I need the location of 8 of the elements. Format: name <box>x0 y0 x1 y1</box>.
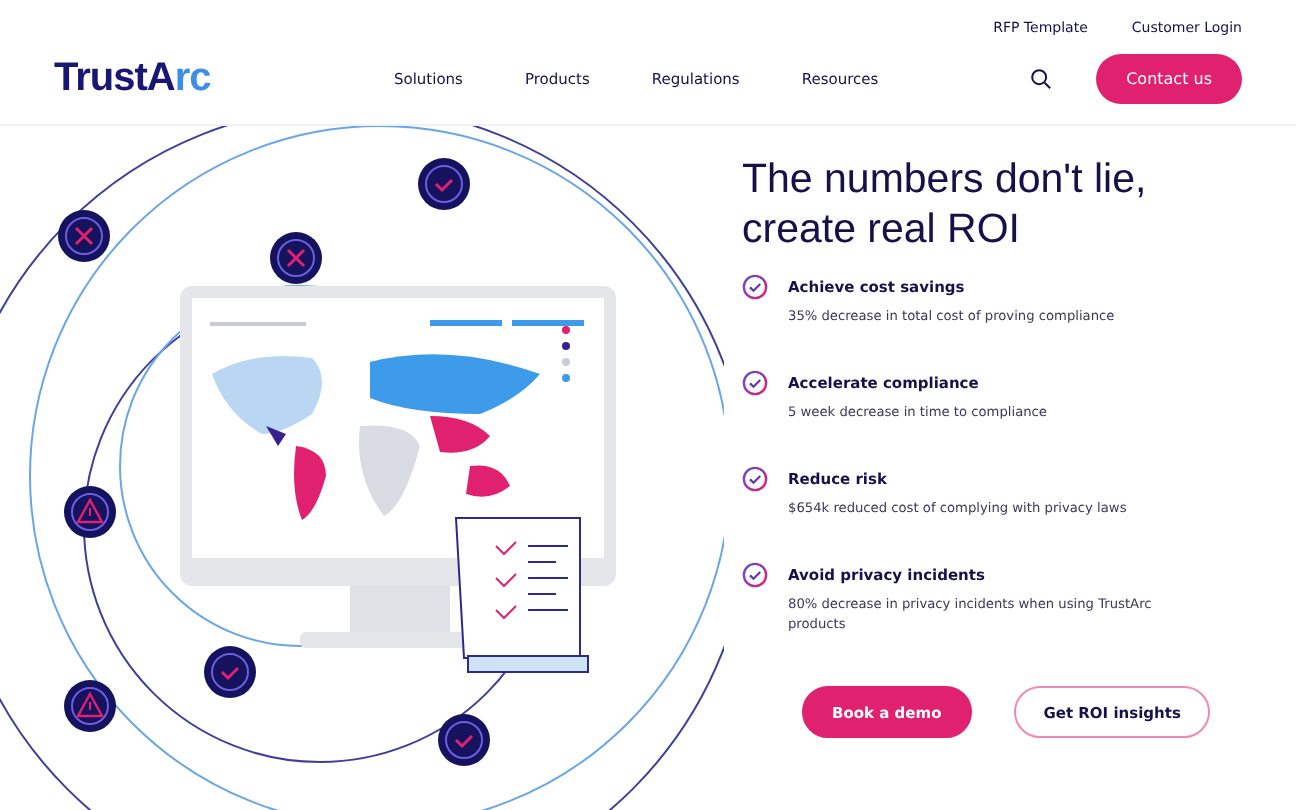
check-circle-icon <box>742 466 768 492</box>
contact-button[interactable]: Contact us <box>1096 53 1242 103</box>
check-circle-icon <box>742 274 768 300</box>
check-circle-icon <box>742 370 768 396</box>
trustarc-logo[interactable]: TrustArc <box>54 55 394 101</box>
hero-heading: The numbers don't lie, create real ROI <box>742 154 1149 254</box>
search-icon[interactable] <box>1030 67 1053 89</box>
check-circle-icon <box>742 562 768 588</box>
